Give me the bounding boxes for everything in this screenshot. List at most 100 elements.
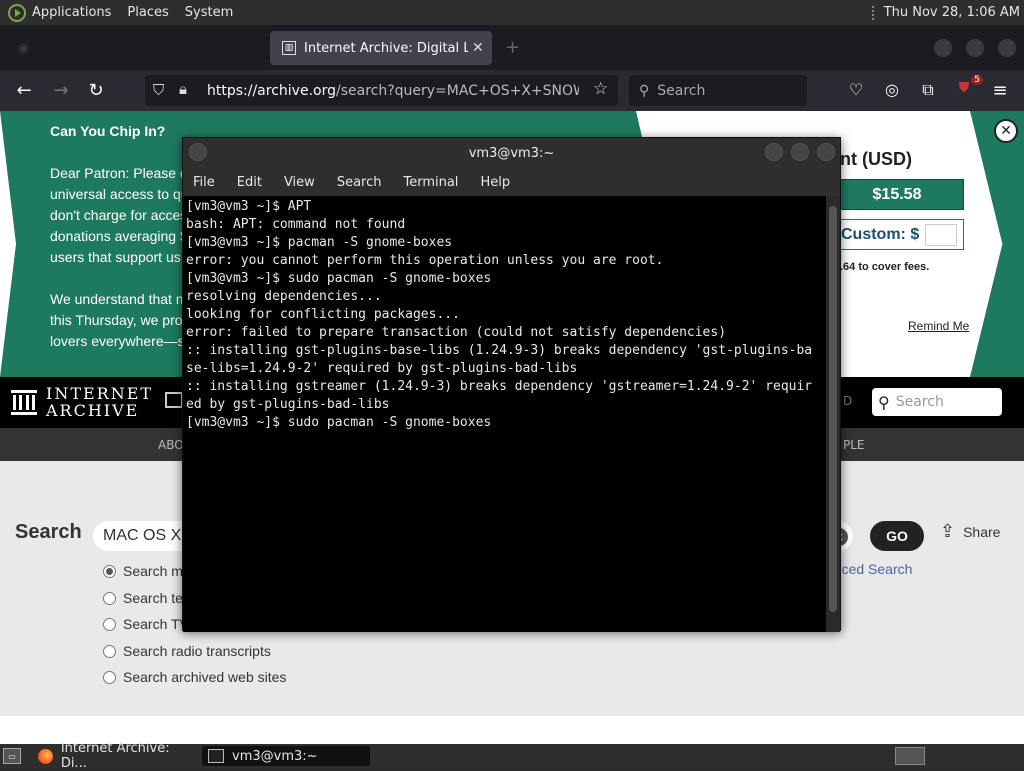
extensions-icon[interactable]: ⧉ — [917, 80, 939, 100]
browser-search-box[interactable]: ⚲ Search — [629, 75, 807, 106]
custom-amount-input[interactable] — [925, 223, 958, 246]
menu-hamburger-icon[interactable]: ≡ — [989, 80, 1011, 101]
browser-nav-bar: ← → ↻ ⛉ 🔒︎ https://archive.org/search?qu… — [0, 70, 1024, 111]
menu-file[interactable]: File — [193, 175, 215, 190]
browser-tab-bar: ◉ ▥ Internet Archive: Digital Lib ✕ + — [0, 25, 1024, 70]
terminal-line: [vm3@vm3 ~]$ sudo pacman -S gnome-boxes — [186, 415, 492, 430]
show-desktop-icon[interactable]: ▭ — [3, 748, 21, 764]
clock[interactable]: Thu Nov 28, 1:06 AM — [884, 5, 1020, 20]
subnav-people[interactable]: PLE — [843, 438, 865, 452]
terminal-line: looking for conflicting packages... — [186, 307, 460, 322]
custom-amount[interactable]: Custom: $ — [830, 219, 964, 250]
shield-icon[interactable]: ⛉ — [153, 81, 164, 99]
radio-search-tv[interactable]: Search TV — [103, 616, 189, 632]
share-label: Share — [963, 523, 1001, 540]
terminal-scrollbar[interactable] — [826, 196, 840, 632]
terminal-output[interactable]: [vm3@vm3 ~]$ APT bash: APT: command not f… — [183, 196, 827, 632]
remind-me-link[interactable]: Remind Me — [908, 319, 969, 333]
top-panel: Applications Places System Thu Nov 28, 1… — [0, 0, 1024, 25]
ia-logo[interactable]: INTERNET ARCHIVE — [10, 385, 153, 419]
terminal-icon — [208, 749, 224, 763]
menu-places[interactable]: Places — [127, 5, 168, 20]
menu-applications[interactable]: Applications — [32, 5, 111, 20]
search-heading: Search — [15, 521, 82, 543]
account-icon[interactable]: ◎ — [881, 80, 903, 99]
radio-search-web[interactable]: Search archived web sites — [103, 669, 286, 685]
maximize-window-button[interactable] — [966, 39, 984, 57]
new-tab-icon[interactable]: + — [505, 37, 520, 58]
terminal-line: error: failed to prepare transaction (co… — [186, 325, 727, 340]
bookmark-star-icon[interactable]: ☆ — [593, 79, 608, 99]
url-text[interactable]: https://archive.org/search?query=MAC+OS+… — [207, 83, 579, 99]
share-icon: ⇪ — [940, 521, 956, 541]
radio-dot[interactable] — [103, 617, 116, 631]
custom-label: Custom: $ — [841, 225, 920, 243]
subnav-about[interactable]: ABO — [158, 438, 184, 452]
window-menu-button[interactable] — [189, 143, 207, 161]
menu-terminal[interactable]: Terminal — [403, 175, 458, 190]
share-button[interactable]: ⇪ Share — [940, 521, 1000, 542]
fees-text: .64 to cover fees. — [840, 261, 930, 273]
menu-edit[interactable]: Edit — [237, 175, 262, 190]
ia-header-search[interactable]: ⚲ Search — [872, 388, 1002, 416]
task-terminal[interactable]: vm3@vm3:~ — [202, 746, 370, 766]
donation-line: users that support us — [50, 249, 181, 265]
tab-internet-archive[interactable]: ▥ Internet Archive: Digital Lib ✕ — [270, 31, 492, 65]
radio-search-text[interactable]: Search te — [103, 590, 183, 606]
radio-dot[interactable] — [103, 670, 116, 684]
radio-search-metadata[interactable]: Search m — [103, 563, 183, 579]
menu-help[interactable]: Help — [480, 175, 510, 190]
pocket-icon[interactable]: ♡ — [845, 80, 867, 99]
close-window-button[interactable] — [998, 39, 1016, 57]
radio-label: Search te — [123, 590, 183, 606]
terminal-titlebar[interactable]: vm3@vm3:~ — [183, 138, 840, 168]
scrollbar-thumb[interactable] — [829, 206, 837, 612]
go-button[interactable]: GO — [870, 521, 924, 551]
terminal-line: [vm3@vm3 ~]$ sudo pacman -S gnome-boxes — [186, 271, 492, 286]
close-banner-icon[interactable]: ✕ — [994, 119, 1018, 143]
radio-search-radio[interactable]: Search radio transcripts — [103, 643, 271, 659]
search-icon: ⚲ — [878, 392, 890, 412]
radio-dot[interactable] — [103, 644, 116, 658]
maximize-button[interactable] — [791, 143, 809, 161]
lock-icon[interactable]: 🔒︎ — [179, 80, 187, 98]
url-bar[interactable]: ⛉ 🔒︎ https://archive.org/search?query=MA… — [145, 75, 618, 106]
minimize-window-button[interactable] — [934, 39, 952, 57]
forward-arrow-icon[interactable]: → — [50, 80, 72, 101]
tab-close-icon[interactable]: ✕ — [472, 40, 484, 56]
panel-handle — [871, 5, 878, 20]
close-button[interactable] — [817, 143, 835, 161]
menu-view[interactable]: View — [284, 175, 315, 190]
task-label: Internet Archive: Di... — [60, 741, 170, 771]
terminal-line: resolving dependencies... — [186, 289, 382, 304]
banner-left-chevron — [0, 111, 16, 377]
amount-button[interactable]: $15.58 — [830, 179, 964, 210]
donation-line: universal access to qu — [50, 186, 189, 202]
ublock-icon[interactable]: ⛊ 5 — [953, 75, 983, 96]
minimize-button[interactable] — [765, 143, 783, 161]
donation-line: Dear Patron: Please d — [50, 165, 188, 181]
radio-dot[interactable] — [103, 591, 116, 605]
radio-label: Search radio transcripts — [123, 643, 271, 659]
radio-dot[interactable] — [103, 564, 116, 578]
logo-line-1: INTERNET — [46, 384, 154, 403]
firefox-icon — [38, 748, 53, 764]
task-firefox[interactable]: Internet Archive: Di... — [32, 741, 198, 771]
menu-system[interactable]: System — [185, 5, 233, 20]
back-arrow-icon[interactable]: ← — [13, 80, 35, 101]
amount-title: nt (USD) — [840, 149, 912, 169]
terminal-window[interactable]: vm3@vm3:~ File Edit View Search Terminal… — [182, 137, 841, 632]
reload-icon[interactable]: ↻ — [85, 80, 107, 101]
terminal-line: [vm3@vm3 ~]$ APT — [186, 199, 312, 214]
extension-badge: 5 — [971, 75, 983, 85]
donation-line: We understand that m — [50, 291, 188, 307]
workspace-switcher[interactable] — [895, 747, 925, 765]
donation-line: donations averaging $ — [50, 228, 188, 244]
terminal-line: error: you cannot perform this operation… — [186, 253, 664, 268]
background-tab[interactable]: ◉ — [10, 33, 260, 63]
radio-label: Search archived web sites — [123, 669, 287, 685]
menu-search[interactable]: Search — [337, 175, 382, 190]
logo-line-2: ARCHIVE — [46, 401, 140, 420]
distro-logo-icon[interactable] — [8, 3, 26, 22]
media-menu-icon[interactable] — [165, 392, 183, 408]
